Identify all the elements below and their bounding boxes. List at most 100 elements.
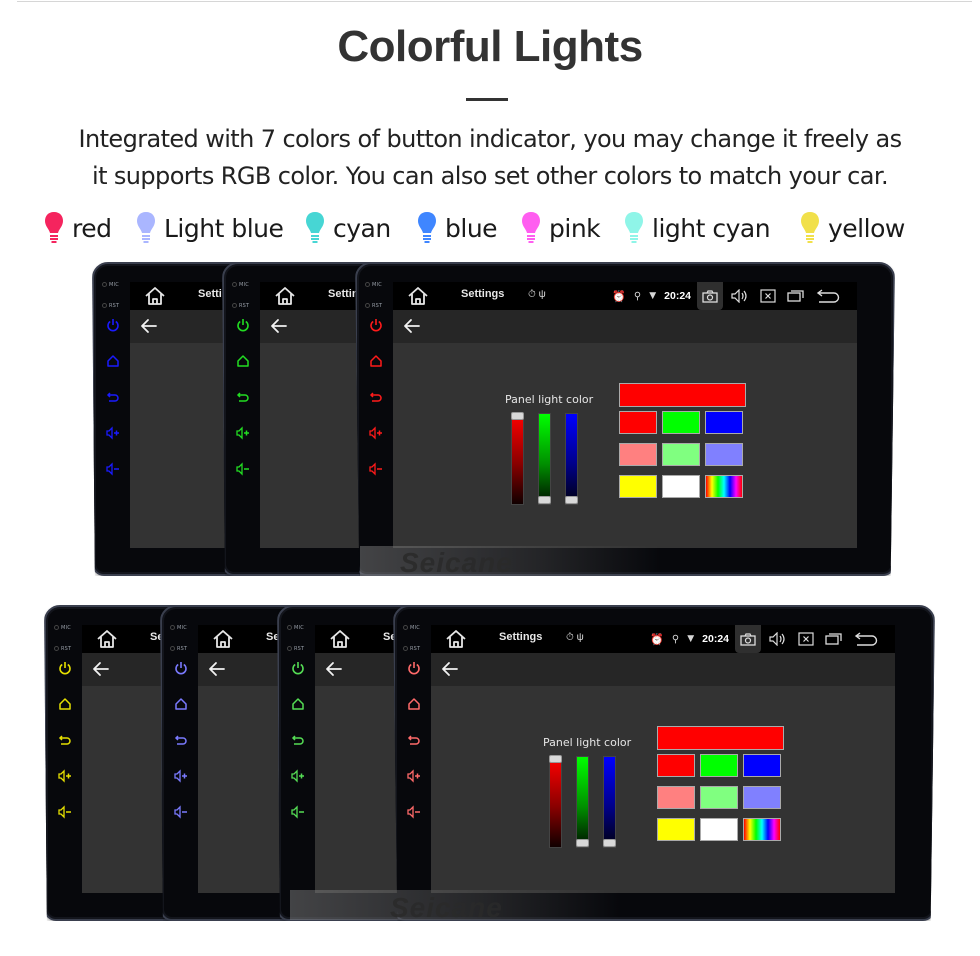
mic-label: MIC [54, 625, 71, 631]
side-home-button[interactable] [407, 697, 421, 711]
side-power-button[interactable] [291, 661, 305, 675]
side-back-button[interactable] [58, 733, 72, 747]
color-swatch[interactable] [743, 786, 781, 809]
color-swatch[interactable] [662, 411, 700, 434]
home-button[interactable] [329, 629, 351, 649]
color-swatch[interactable] [657, 786, 695, 809]
legend-label: blue [445, 213, 498, 243]
blue-slider[interactable] [565, 413, 578, 505]
side-back-button[interactable] [369, 390, 383, 404]
color-swatch[interactable] [700, 818, 738, 841]
back-icon [407, 733, 421, 747]
side-home-button[interactable] [174, 697, 188, 711]
legend-item-pink: pink [521, 206, 601, 250]
color-swatch-rainbow[interactable] [743, 818, 781, 841]
home-button[interactable] [96, 629, 118, 649]
nav-back-button[interactable] [851, 631, 881, 647]
recent-apps-button[interactable] [785, 288, 807, 304]
back-button[interactable] [403, 317, 421, 335]
side-home-button[interactable] [236, 354, 250, 368]
home-icon [236, 354, 250, 368]
side-volume-up-button[interactable] [291, 769, 305, 783]
color-swatch[interactable] [662, 443, 700, 466]
color-legend: red Light blue cyan blue pink light cyan yello… [0, 206, 980, 250]
side-back-button[interactable] [407, 733, 421, 747]
color-swatch[interactable] [662, 475, 700, 498]
blue-slider[interactable] [603, 756, 616, 848]
color-swatch[interactable] [705, 443, 743, 466]
watermark-logo: Seicane [400, 547, 513, 578]
home-button[interactable] [407, 286, 429, 306]
side-back-button[interactable] [236, 390, 250, 404]
back-button[interactable] [92, 660, 110, 678]
side-volume-down-button[interactable] [369, 462, 383, 476]
volume-button[interactable] [729, 288, 751, 304]
color-swatch[interactable] [619, 411, 657, 434]
side-home-button[interactable] [106, 354, 120, 368]
green-slider[interactable] [576, 756, 589, 848]
side-back-button[interactable] [174, 733, 188, 747]
side-volume-up-button[interactable] [407, 769, 421, 783]
blue-slider-thumb[interactable] [565, 496, 578, 504]
recent-apps-button[interactable] [823, 631, 845, 647]
timer-icon: ⏱ [528, 289, 536, 300]
home-button[interactable] [212, 629, 234, 649]
back-button[interactable] [140, 317, 158, 335]
back-button[interactable] [270, 317, 288, 335]
side-power-button[interactable] [106, 318, 120, 332]
volume-button[interactable] [767, 631, 789, 647]
blue-slider-thumb[interactable] [603, 839, 616, 847]
side-volume-down-button[interactable] [106, 462, 120, 476]
back-button[interactable] [325, 660, 343, 678]
home-button[interactable] [144, 286, 166, 306]
screenshot-button[interactable] [697, 282, 723, 310]
color-swatch[interactable] [705, 411, 743, 434]
color-swatch[interactable] [743, 754, 781, 777]
side-volume-down-button[interactable] [291, 805, 305, 819]
side-volume-down-button[interactable] [174, 805, 188, 819]
home-button[interactable] [445, 629, 467, 649]
side-back-button[interactable] [291, 733, 305, 747]
side-home-button[interactable] [291, 697, 305, 711]
side-power-button[interactable] [174, 661, 188, 675]
side-volume-up-button[interactable] [369, 426, 383, 440]
green-slider-thumb[interactable] [576, 839, 589, 847]
red-slider-thumb[interactable] [549, 755, 562, 763]
green-slider[interactable] [538, 413, 551, 505]
side-back-button[interactable] [106, 390, 120, 404]
side-home-button[interactable] [369, 354, 383, 368]
color-swatch[interactable] [619, 443, 657, 466]
color-swatch-rainbow[interactable] [705, 475, 743, 498]
color-swatch[interactable] [700, 786, 738, 809]
color-swatch[interactable] [657, 818, 695, 841]
power-icon [291, 661, 305, 675]
green-slider-thumb[interactable] [538, 496, 551, 504]
side-volume-up-button[interactable] [58, 769, 72, 783]
red-slider[interactable] [511, 412, 524, 505]
side-power-button[interactable] [407, 661, 421, 675]
side-power-button[interactable] [236, 318, 250, 332]
close-app-button[interactable] [795, 631, 817, 647]
side-home-button[interactable] [58, 697, 72, 711]
side-volume-up-button[interactable] [236, 426, 250, 440]
color-swatch[interactable] [619, 475, 657, 498]
color-swatch[interactable] [700, 754, 738, 777]
side-power-button[interactable] [369, 318, 383, 332]
back-button[interactable] [208, 660, 226, 678]
side-volume-up-button[interactable] [174, 769, 188, 783]
red-slider-thumb[interactable] [511, 412, 524, 420]
volume-up-icon [106, 426, 120, 440]
side-volume-up-button[interactable] [106, 426, 120, 440]
red-slider[interactable] [549, 755, 562, 848]
color-preview [619, 383, 746, 407]
side-volume-down-button[interactable] [407, 805, 421, 819]
home-button[interactable] [274, 286, 296, 306]
side-volume-down-button[interactable] [236, 462, 250, 476]
screenshot-button[interactable] [735, 625, 761, 653]
back-button[interactable] [441, 660, 459, 678]
color-swatch[interactable] [657, 754, 695, 777]
side-volume-down-button[interactable] [58, 805, 72, 819]
side-power-button[interactable] [58, 661, 72, 675]
close-app-button[interactable] [757, 288, 779, 304]
nav-back-button[interactable] [813, 288, 843, 304]
